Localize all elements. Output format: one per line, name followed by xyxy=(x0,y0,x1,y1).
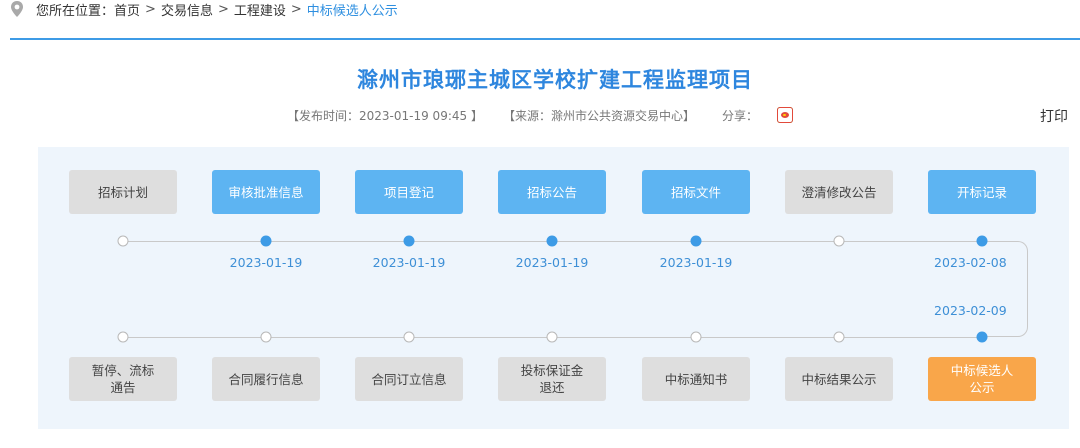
timeline-node xyxy=(690,235,702,247)
breadcrumb-prefix: 您所在位置： xyxy=(36,3,115,19)
step-date: 2023-01-19 xyxy=(659,255,733,270)
flow-step-bottom-1[interactable]: 暂停、流标 通告 xyxy=(69,357,177,401)
breadcrumb-trading-info[interactable]: 交易信息 xyxy=(161,0,213,19)
location-pin-icon xyxy=(11,1,23,17)
timeline-node xyxy=(546,235,558,247)
timeline-node xyxy=(833,235,845,247)
flow-step-top-7[interactable]: 开标记录 xyxy=(928,170,1036,214)
weibo-icon[interactable] xyxy=(777,107,793,123)
page-title: 滁州市琅琊主城区学校扩建工程监理项目 xyxy=(357,68,753,92)
breadcrumb-separator: > xyxy=(145,1,156,17)
flow-step-bottom-6[interactable]: 中标结果公示 xyxy=(785,357,893,401)
flow-step-bottom-7[interactable]: 中标候选人 公示 xyxy=(928,357,1036,401)
flow-step-bottom-4[interactable]: 投标保证金 退还 xyxy=(498,357,606,401)
print-button[interactable]: 打印 xyxy=(1040,106,1068,126)
step-date: 2023-01-19 xyxy=(229,255,303,270)
step-date: 2023-01-19 xyxy=(372,255,446,270)
flow-step-top-3[interactable]: 项目登记 xyxy=(355,170,463,214)
header-divider xyxy=(10,38,1080,40)
breadcrumb-separator: > xyxy=(290,1,302,17)
flow-step-top-4[interactable]: 招标公告 xyxy=(498,170,606,214)
flow-step-bottom-3[interactable]: 合同订立信息 xyxy=(355,357,463,401)
breadcrumb-home[interactable]: 首页 xyxy=(114,0,140,19)
timeline-node xyxy=(117,331,129,343)
timeline-node xyxy=(546,331,558,343)
step-date: 2023-01-19 xyxy=(515,255,589,270)
publish-time: 【发布时间：2023-01-19 09:45 】 xyxy=(287,109,483,123)
timeline-node xyxy=(833,331,845,343)
source: 【来源：滁州市公共资源交易中心】 xyxy=(503,109,696,123)
flow-step-top-6[interactable]: 澄清修改公告 xyxy=(785,170,893,214)
timeline-node xyxy=(976,235,988,247)
share-label: 分享： xyxy=(722,109,759,123)
timeline-node xyxy=(403,331,415,343)
step-date: 2023-02-08 xyxy=(934,255,1007,270)
breadcrumb-construction[interactable]: 工程建设 xyxy=(234,0,286,19)
timeline-node xyxy=(403,235,415,247)
breadcrumb: 您所在位置： 首页 > 交易信息 > 工程建设 > 中标候选人公示 xyxy=(8,0,398,19)
flow-step-top-5[interactable]: 招标文件 xyxy=(642,170,750,214)
article-meta: 【发布时间：2023-01-19 09:45 】 【来源：滁州市公共资源交易中心… xyxy=(0,107,1080,125)
flow-step-top-2[interactable]: 审核批准信息 xyxy=(212,170,320,214)
timeline-node xyxy=(690,331,702,343)
breadcrumb-separator: > xyxy=(217,1,229,17)
timeline-node xyxy=(117,235,129,247)
timeline-node xyxy=(260,331,272,343)
flow-step-top-1[interactable]: 招标计划 xyxy=(69,170,177,214)
breadcrumb-current: 中标候选人公示 xyxy=(306,3,398,19)
step-date: 2023-02-09 xyxy=(934,303,1007,318)
timeline-node xyxy=(260,235,272,247)
flow-step-bottom-5[interactable]: 中标通知书 xyxy=(642,357,750,401)
timeline-node xyxy=(976,331,988,343)
flow-step-bottom-2[interactable]: 合同履行信息 xyxy=(212,357,320,401)
